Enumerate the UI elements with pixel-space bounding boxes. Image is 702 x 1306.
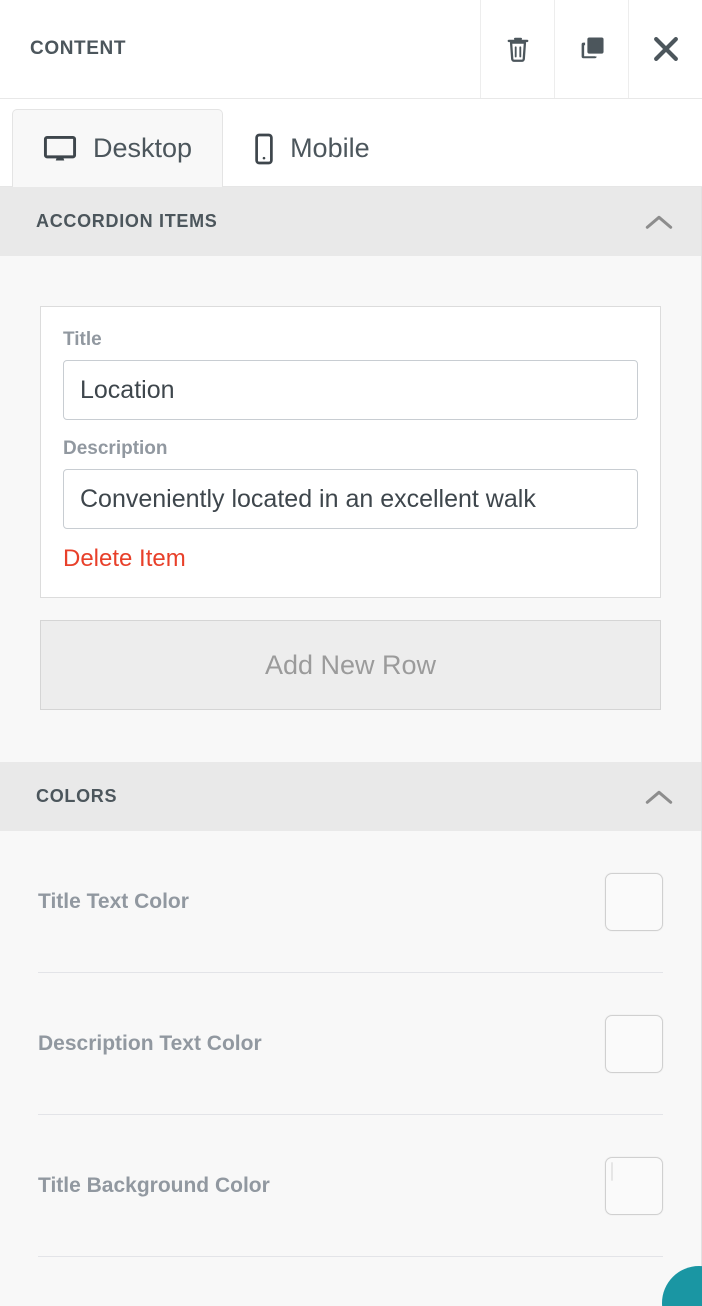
content-settings-panel: CONTENT Desktop Mobile ACCORDION ITEMS T… (0, 0, 702, 1306)
color-row: Title Text Color (38, 831, 663, 973)
device-tabs: Desktop Mobile (0, 99, 702, 187)
color-swatch-description-text-color[interactable] (605, 1014, 663, 1073)
chevron-up-icon[interactable] (645, 788, 673, 806)
panel-body: ACCORDION ITEMS Title Description Delete… (0, 187, 702, 1306)
desktop-icon (43, 134, 77, 164)
close-button[interactable] (628, 0, 702, 98)
accordion-item-row: Title Description Delete Item (40, 306, 661, 598)
section-title-colors: COLORS (36, 786, 118, 806)
color-row: Description Text Color (38, 973, 663, 1115)
color-row-label: Description Text Color (38, 1031, 262, 1055)
header-actions (480, 0, 702, 98)
color-swatch-value (611, 1161, 613, 1181)
tab-mobile-label: Mobile (290, 133, 370, 163)
color-row: Title Background Color (38, 1115, 663, 1257)
chevron-up-icon[interactable] (645, 213, 673, 231)
accordion-items-content: Title Description Delete Item Add New Ro… (0, 256, 701, 762)
tab-desktop[interactable]: Desktop (12, 109, 224, 187)
description-input[interactable] (63, 469, 638, 529)
add-new-row-button[interactable]: Add New Row (40, 620, 661, 710)
page-title: CONTENT (30, 38, 127, 59)
close-icon (650, 33, 682, 65)
duplicate-icon (577, 34, 607, 64)
delete-icon (504, 34, 532, 64)
section-header-colors[interactable]: COLORS (0, 762, 701, 831)
color-row-label: Title Background Color (38, 1173, 270, 1197)
tab-desktop-label: Desktop (93, 133, 193, 163)
duplicate-button[interactable] (554, 0, 628, 98)
panel-header: CONTENT (0, 0, 702, 99)
delete-item-link[interactable]: Delete Item (63, 545, 186, 573)
title-field-group: Title (63, 329, 638, 420)
section-title-accordion-items: ACCORDION ITEMS (36, 211, 218, 231)
title-label: Title (63, 329, 102, 350)
description-field-group: Description (63, 438, 638, 529)
colors-list: Title Text Color Description Text Color … (0, 831, 701, 1257)
color-row-label: Title Text Color (38, 889, 189, 913)
delete-button[interactable] (480, 0, 554, 98)
description-label: Description (63, 438, 168, 459)
color-swatch-title-text-color[interactable] (605, 872, 663, 931)
section-header-accordion-items[interactable]: ACCORDION ITEMS (0, 187, 701, 256)
tab-mobile[interactable]: Mobile (223, 109, 401, 187)
mobile-icon (254, 133, 274, 165)
title-input[interactable] (63, 360, 638, 420)
color-swatch-title-background-color[interactable] (605, 1156, 663, 1215)
